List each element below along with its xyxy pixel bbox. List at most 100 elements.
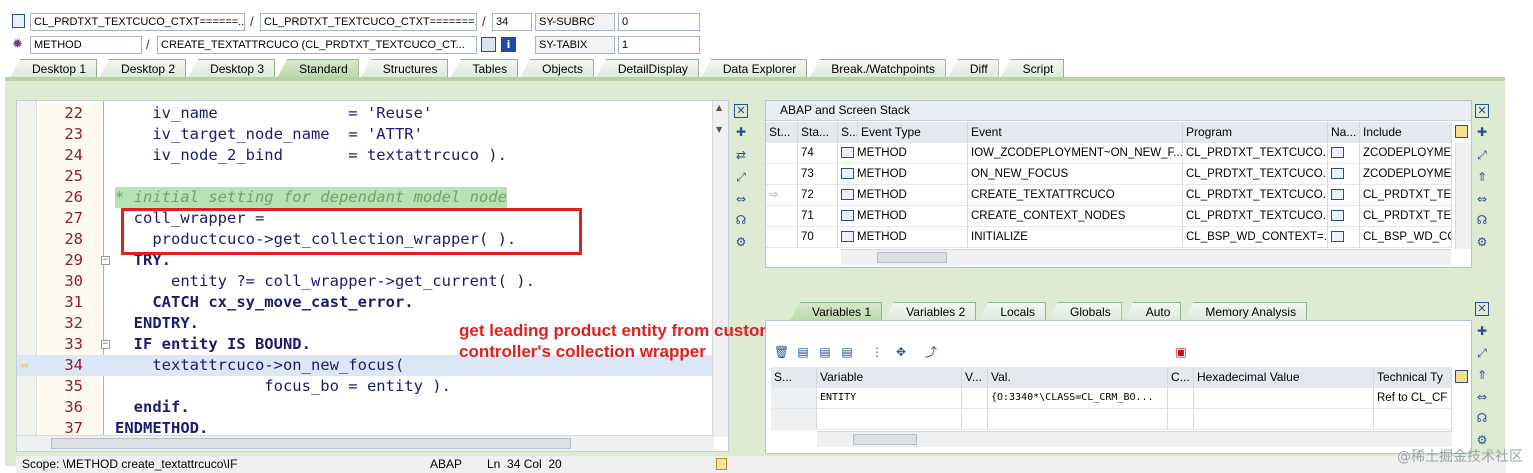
tab-objects[interactable]: Objects: [520, 59, 594, 78]
resize-icon[interactable]: ⇔: [1475, 192, 1489, 206]
editor-horizontal-scrollbar[interactable]: [17, 435, 714, 451]
move-icon[interactable]: ✥: [894, 345, 908, 359]
sysfield-value-2[interactable]: 1: [618, 36, 700, 54]
delete-icon[interactable]: 🗑: [774, 345, 789, 359]
class-field[interactable]: CL_PRDTXT_TEXTCUCO_CTXT======...: [30, 13, 245, 31]
new-tool-icon[interactable]: ✚: [1475, 125, 1489, 139]
code-line[interactable]: 24 iv_node_2_bind = textattrcuco ).: [17, 145, 714, 166]
maximize-icon[interactable]: ⤢: [1475, 346, 1489, 360]
tab-desktop-2[interactable]: Desktop 2: [99, 59, 187, 78]
new-tool-icon[interactable]: ✚: [734, 125, 748, 139]
info-icon[interactable]: i: [501, 37, 516, 52]
code-line[interactable]: 35 focus_bo = entity ).: [17, 376, 714, 397]
layout-icon[interactable]: [1455, 370, 1468, 383]
source-code-editor[interactable]: 22 iv_name = 'Reuse' 23 iv_target_node_n…: [16, 100, 729, 452]
move-up-icon[interactable]: ⇑: [1475, 368, 1489, 382]
code-line[interactable]: 22 iv_name = 'Reuse': [17, 103, 714, 124]
scroll-thumb[interactable]: [51, 438, 571, 449]
tab-auto[interactable]: Auto: [1123, 302, 1182, 321]
sysfield-value-1[interactable]: 0: [618, 13, 700, 31]
tab-structures[interactable]: Structures: [360, 59, 449, 78]
settings-icon[interactable]: ⚙: [1475, 235, 1489, 249]
list-save-icon[interactable]: ▤: [840, 345, 854, 359]
resize-icon[interactable]: ⇔: [734, 192, 748, 206]
resize-icon[interactable]: ⇔: [1475, 390, 1489, 404]
fold-toggle[interactable]: −: [101, 256, 110, 265]
swap-tool-icon[interactable]: ⇄: [734, 148, 748, 162]
close-icon[interactable]: ✕: [734, 104, 748, 118]
move-up-icon[interactable]: ⇑: [1475, 170, 1489, 184]
col-header[interactable]: Variable: [817, 367, 962, 388]
service-icon[interactable]: ☊: [734, 213, 748, 227]
col-header[interactable]: Event Type: [858, 122, 968, 143]
col-header[interactable]: S...: [771, 367, 817, 388]
code-line[interactable]: 23 iv_target_node_name = 'ATTR': [17, 124, 714, 145]
editor-vertical-scrollbar[interactable]: ▲ ▼: [712, 101, 728, 437]
layout-icon[interactable]: [1455, 125, 1468, 138]
nav-icon[interactable]: ⤴: [924, 345, 938, 359]
save-icon[interactable]: ▣: [1174, 345, 1188, 359]
tab-standard[interactable]: Standard: [277, 59, 359, 78]
list-edit-icon[interactable]: ▤: [818, 345, 832, 359]
note-icon[interactable]: [716, 458, 727, 470]
display-icon[interactable]: [481, 37, 496, 52]
tree-icon[interactable]: ⋮: [870, 345, 884, 359]
settings-icon[interactable]: ⚙: [734, 235, 748, 249]
col-header[interactable]: Val.: [988, 367, 1168, 388]
watermark: @稀土掘金技术社区: [1397, 449, 1523, 465]
col-header[interactable]: V...: [962, 367, 988, 388]
col-header[interactable]: Hexadecimal Value: [1194, 367, 1374, 388]
code-line[interactable]: 26 * initial setting for dependant model …: [17, 187, 714, 208]
close-icon[interactable]: ✕: [1475, 104, 1489, 118]
code-text: focus_bo = entity ).: [115, 377, 451, 395]
scroll-thumb[interactable]: [877, 252, 947, 263]
code-line[interactable]: 30 entity ?= coll_wrapper->get_current( …: [17, 271, 714, 292]
close-icon[interactable]: ✕: [1475, 302, 1489, 316]
list-icon: [1331, 168, 1344, 179]
tab-variables-2[interactable]: Variables 2: [884, 302, 977, 321]
tab-diff[interactable]: Diff: [947, 59, 999, 78]
line-field[interactable]: 34: [492, 13, 532, 31]
col-header[interactable]: Program: [1183, 122, 1328, 143]
settings-icon[interactable]: ⚙: [1475, 433, 1489, 447]
method-field[interactable]: CREATE_TEXTATTRCUCO (CL_PRDTXT_TEXTCUCO_…: [157, 36, 477, 54]
status-bar: Scope: \METHOD create_textattrcuco\IF AB…: [16, 456, 1506, 473]
col-header[interactable]: C...: [1168, 367, 1194, 388]
tab-script[interactable]: Script: [1000, 59, 1065, 78]
maximize-icon[interactable]: ⤢: [1475, 148, 1489, 162]
tab-desktop-3[interactable]: Desktop 3: [188, 59, 276, 78]
code-line[interactable]: 25: [17, 166, 714, 187]
col-header[interactable]: Event: [968, 122, 1183, 143]
tab-breakpoints[interactable]: Break./Watchpoints: [809, 59, 946, 78]
col-header[interactable]: Sta...: [798, 122, 838, 143]
code-line[interactable]: 31 CATCH cx_sy_move_cast_error.: [17, 292, 714, 313]
tab-memory-analysis[interactable]: Memory Analysis: [1183, 302, 1308, 321]
col-header[interactable]: Technical Ty: [1374, 367, 1452, 388]
code-line[interactable]: 36 endif.: [17, 397, 714, 418]
fold-toggle[interactable]: −: [101, 340, 110, 349]
col-header[interactable]: S...: [838, 122, 858, 143]
list-icon[interactable]: ▤: [796, 345, 810, 359]
col-header[interactable]: Na...: [1328, 122, 1360, 143]
include-field[interactable]: CL_PRDTXT_TEXTCUCO_CTXT=======...: [260, 13, 477, 31]
type-field[interactable]: METHOD: [30, 36, 142, 54]
tab-tables[interactable]: Tables: [450, 59, 519, 78]
col-header[interactable]: Include: [1360, 122, 1452, 143]
new-tool-icon[interactable]: ✚: [1475, 324, 1489, 338]
variables-horizontal-scrollbar[interactable]: [817, 431, 1452, 447]
tab-detaildisplay[interactable]: DetailDisplay: [595, 59, 699, 78]
maximize-icon[interactable]: ⤢: [734, 170, 748, 184]
stack-vertical-scrollbar[interactable]: [1455, 143, 1471, 249]
tab-globals[interactable]: Globals: [1048, 302, 1122, 321]
scroll-thumb[interactable]: [853, 434, 917, 445]
tab-desktop-1[interactable]: Desktop 1: [10, 59, 98, 78]
col-header[interactable]: St...: [766, 122, 798, 143]
tab-data-explorer[interactable]: Data Explorer: [700, 59, 808, 78]
stack-horizontal-scrollbar[interactable]: [841, 249, 1451, 265]
service-icon[interactable]: ☊: [1475, 411, 1489, 425]
tab-variables-1[interactable]: Variables 1: [790, 302, 883, 321]
scroll-down-icon[interactable]: ▼: [716, 125, 722, 134]
scroll-up-icon[interactable]: ▲: [716, 103, 722, 112]
tab-locals[interactable]: Locals: [978, 302, 1046, 321]
service-icon[interactable]: ☊: [1475, 213, 1489, 227]
